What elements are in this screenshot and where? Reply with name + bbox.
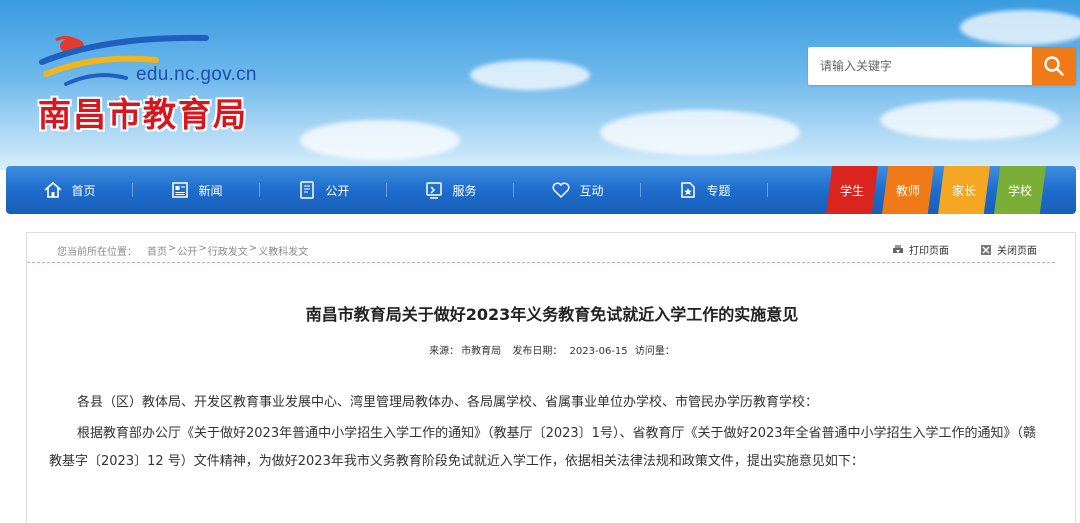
breadcrumb-item-home[interactable]: 首页 — [147, 243, 167, 258]
meta-date: 2023-06-15 — [569, 346, 628, 357]
role-tab-teacher[interactable]: 教师 — [882, 166, 934, 214]
home-icon — [44, 181, 63, 198]
nav-item-public[interactable]: 公开 — [260, 166, 387, 214]
article-paragraph: 根据教育部办公厅《关于做好2023年普通中小学招生入学工作的通知》（教基厅〔20… — [49, 426, 1037, 469]
site-header: edu.nc.gov.cn 南昌市教育局 — [0, 0, 1080, 170]
breadcrumb-item-public[interactable]: 公开 — [177, 243, 197, 258]
site-logo[interactable]: edu.nc.gov.cn 南昌市教育局 — [36, 26, 276, 136]
nav-item-topic[interactable]: 专题 — [641, 166, 768, 214]
breadcrumb-item-compulsory-edu[interactable]: 义教科发文 — [258, 243, 308, 258]
nav-item-label: 服务 — [452, 183, 477, 198]
newspaper-icon — [172, 182, 189, 198]
site-title: 南昌市教育局 — [38, 95, 248, 134]
breadcrumb-item-admin-docs[interactable]: 行政发文 — [208, 243, 248, 258]
nav-item-service[interactable]: 服务 — [387, 166, 514, 214]
print-page-label: 打印页面 — [909, 246, 949, 257]
role-tabs: 学生 教师 家长 学校 — [826, 166, 1046, 214]
breadcrumb-separator: > — [198, 243, 207, 254]
search-input[interactable] — [808, 47, 1032, 85]
cloud-decoration — [960, 10, 1080, 45]
role-tab-student[interactable]: 学生 — [826, 166, 878, 214]
close-page-button[interactable]: 关闭页面 — [981, 242, 1037, 257]
divider — [27, 262, 1055, 263]
search-bar — [808, 47, 1076, 85]
article-title: 南昌市教育局关于做好2023年义务教育免试就近入学工作的实施意见 — [305, 305, 799, 324]
cloud-decoration — [470, 60, 590, 90]
breadcrumb: 您当前所在位置： 首页 > 公开 > 行政发文 > 义教科发文 — [57, 243, 308, 258]
cloud-decoration — [300, 120, 460, 160]
location-bar: 您当前所在位置： 首页 > 公开 > 行政发文 > 义教科发文 打印页面 关闭页… — [27, 233, 1075, 263]
cloud-decoration — [600, 110, 800, 155]
search-icon — [1044, 56, 1064, 76]
print-page-button[interactable]: 打印页面 — [893, 242, 949, 257]
breadcrumb-separator: > — [168, 243, 177, 254]
meta-source: 市教育局 — [461, 346, 502, 357]
main-nav: 首页 新闻 公开 服务 互动 专题 学生 教师 家长 学校 — [6, 166, 1076, 214]
heart-icon — [552, 182, 570, 199]
search-button[interactable] — [1032, 47, 1076, 85]
close-page-label: 关闭页面 — [997, 246, 1037, 257]
article-paragraph: 各县（区）教体局、开发区教育事业发展中心、湾里管理局教体办、各局属学校、省属事业… — [77, 395, 819, 410]
nav-item-label: 首页 — [71, 183, 96, 198]
site-domain: edu.nc.gov.cn — [136, 64, 257, 85]
close-icon — [981, 244, 991, 255]
nav-item-label: 新闻 — [198, 183, 223, 198]
article-meta: 来源： 市教育局 发布日期： 2023-06-15 访问量： — [27, 342, 1077, 357]
breadcrumb-prefix: 您当前所在位置： — [57, 247, 137, 258]
cloud-decoration — [880, 100, 1060, 140]
print-icon — [893, 244, 903, 253]
page-tools: 打印页面 关闭页面 — [893, 242, 1037, 257]
breadcrumb-separator: > — [248, 243, 258, 254]
nav-item-home[interactable]: 首页 — [6, 166, 133, 214]
meta-date-label: 发布日期： — [512, 346, 563, 357]
role-tab-school[interactable]: 学校 — [994, 166, 1046, 214]
nav-item-label: 公开 — [325, 183, 350, 198]
article-body: 各县（区）教体局、开发区教育事业发展中心、湾里管理局教体办、各局属学校、省属事业… — [49, 389, 1049, 479]
document-icon — [300, 181, 315, 199]
service-icon — [426, 182, 443, 199]
meta-views-label: 访问量： — [634, 346, 675, 357]
role-tab-parent[interactable]: 家长 — [938, 166, 990, 214]
topic-icon — [681, 182, 696, 198]
article-panel: 您当前所在位置： 首页 > 公开 > 行政发文 > 义教科发文 打印页面 关闭页… — [26, 232, 1076, 523]
nav-item-interact[interactable]: 互动 — [514, 166, 641, 214]
meta-source-label: 来源： — [429, 346, 460, 357]
nav-item-news[interactable]: 新闻 — [133, 166, 260, 214]
nav-item-label: 专题 — [706, 183, 731, 198]
nav-item-label: 互动 — [579, 183, 604, 198]
